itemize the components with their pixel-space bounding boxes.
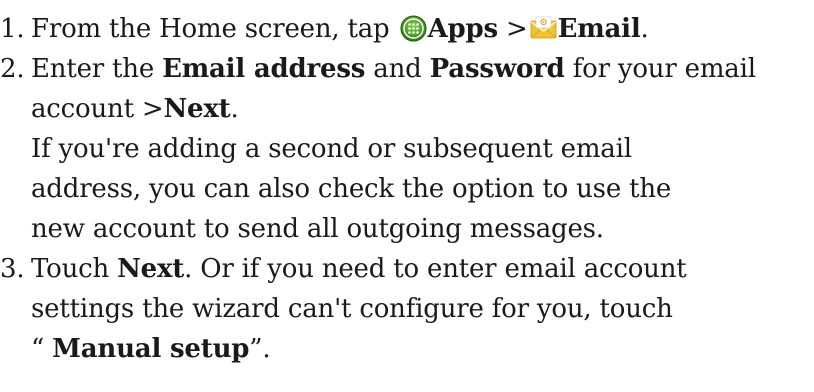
step-2-line-1: 2. Enter the Email address and Password f… <box>0 54 756 84</box>
step-text-end: . <box>640 14 649 44</box>
step-text: account > <box>31 94 164 124</box>
close-quote: ”. <box>249 334 271 364</box>
step-number: 1. <box>0 14 25 44</box>
email-icon <box>530 15 557 42</box>
step-text: . Or if you need to enter email account <box>184 254 687 284</box>
step-2-note-line-1: If you're adding a second or subsequent … <box>31 134 632 164</box>
step-1-line-1: 1. From the Home screen, tap Apps > Email <box>0 14 649 44</box>
step-text: for your email <box>564 54 756 84</box>
step-text: Enter the <box>31 54 163 84</box>
step-number: 3. <box>0 254 25 284</box>
next-label: Next <box>163 94 231 124</box>
step-2-note-line-3: new account to send all outgoing message… <box>31 214 604 244</box>
step-text: From the Home screen, tap <box>31 14 398 44</box>
step-3-line-1: 3. Touch Next. Or if you need to enter em… <box>0 254 687 284</box>
step-2-line-2: account >Next. <box>31 94 239 124</box>
step-3-line-3: “ Manual setup”. <box>31 334 271 364</box>
password-label: Password <box>429 54 565 84</box>
apps-label: Apps <box>427 14 499 44</box>
step-number: 2. <box>0 54 25 84</box>
separator: > <box>497 14 528 44</box>
step-text: Touch <box>31 254 118 284</box>
open-quote: “ <box>31 334 53 364</box>
email-label: Email <box>557 14 641 44</box>
step-text: and <box>365 54 430 84</box>
manual-setup-label: Manual setup <box>52 334 250 364</box>
email-address-label: Email address <box>162 54 366 84</box>
help-document: { "clipped_heading": "", "steps": [ { "n… <box>0 0 814 392</box>
apps-icon <box>400 15 427 42</box>
step-3-line-2: settings the wizard can't configure for … <box>31 294 673 324</box>
step-text-end: . <box>230 94 239 124</box>
next-label: Next <box>117 254 185 284</box>
step-2-note-line-2: address, you can also check the option t… <box>31 174 672 204</box>
